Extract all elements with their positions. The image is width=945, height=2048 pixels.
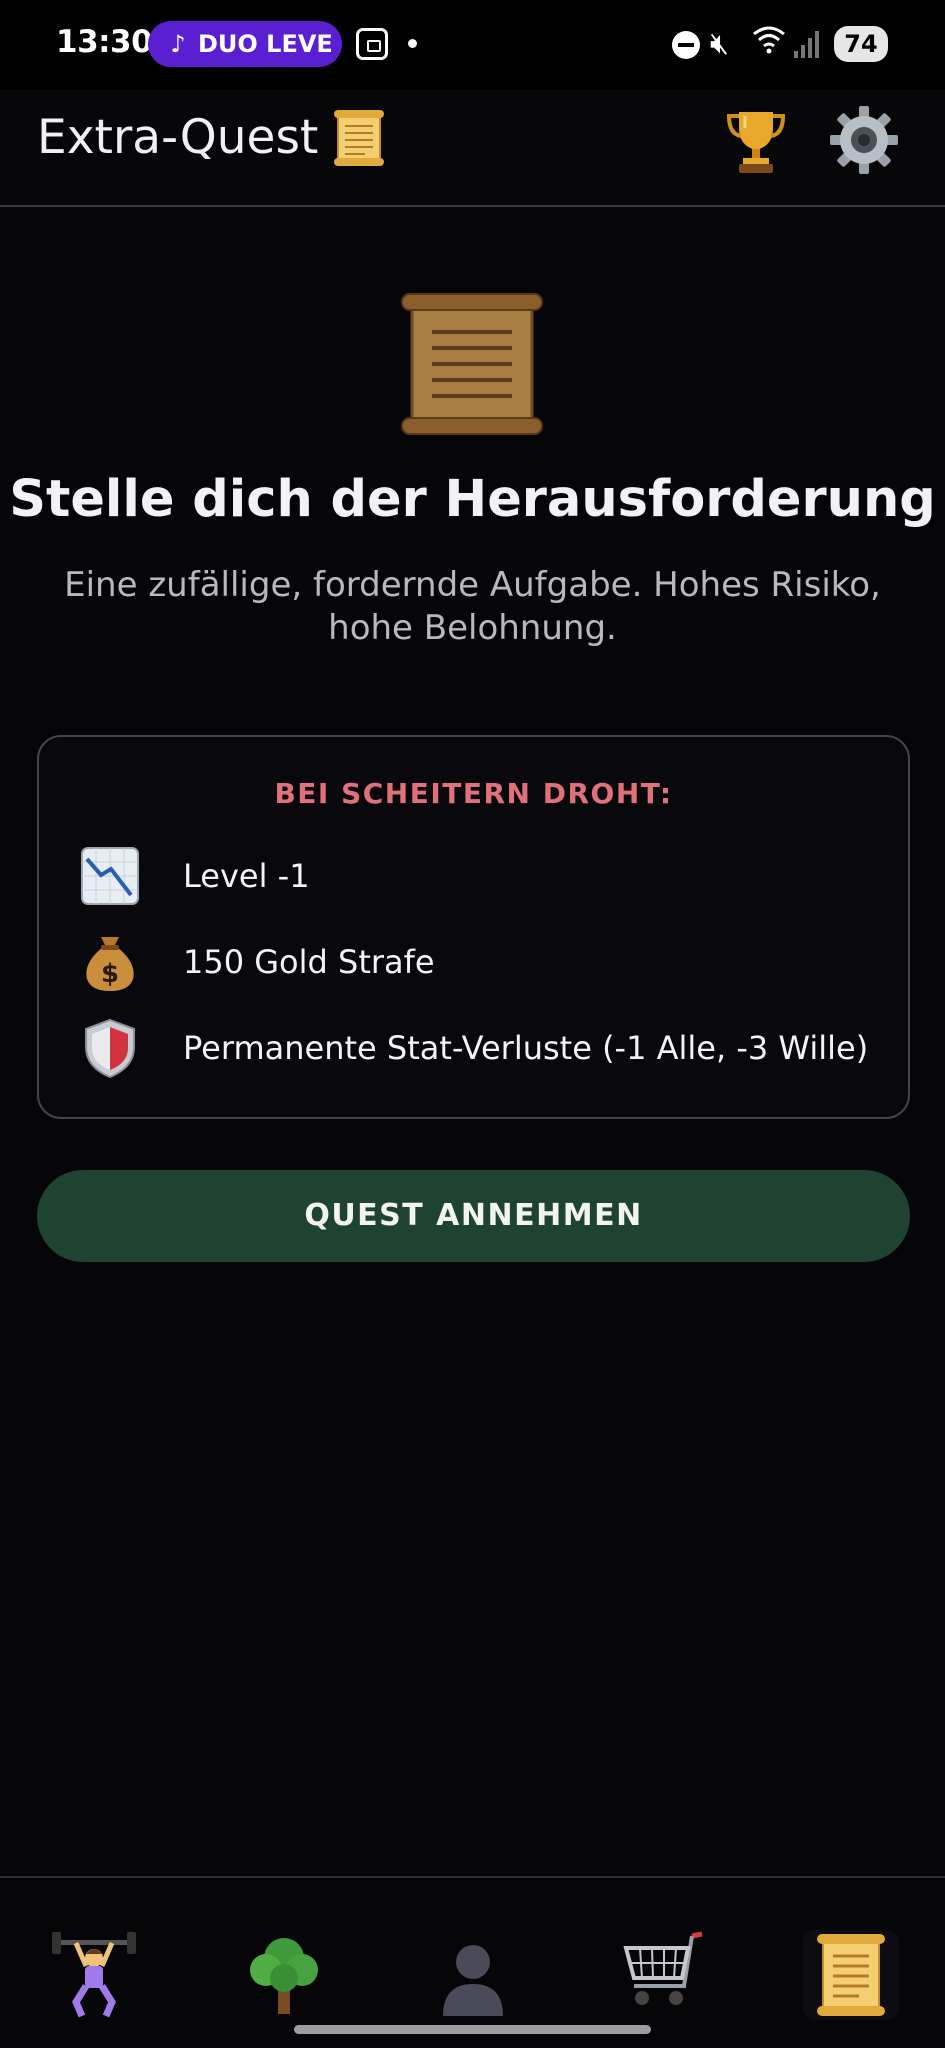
screenshot-icon (356, 28, 388, 60)
signal-icon (794, 30, 820, 58)
shopping-cart-icon (623, 1931, 703, 2005)
risk-item-label: Permanente Stat-Verluste (-1 Alle, -3 Wi… (183, 1029, 869, 1067)
trophy-icon (726, 112, 786, 173)
tree-icon (250, 1938, 318, 2014)
scroll-icon (398, 290, 546, 440)
chart-decreasing-icon (79, 845, 141, 907)
nav-item-tree[interactable] (236, 1930, 332, 2020)
page-title-text: Extra-Quest (37, 109, 319, 165)
settings-button[interactable] (828, 104, 900, 176)
svg-text:$: $ (101, 959, 119, 989)
nav-item-shop[interactable] (614, 1930, 710, 2020)
risk-item: Level -1 (79, 845, 879, 907)
do-not-disturb-icon (672, 31, 700, 59)
shield-icon (79, 1017, 141, 1079)
gear-icon (830, 106, 898, 174)
page-title: Extra-Quest (37, 108, 385, 166)
subline: Eine zufällige, fordernde Aufgabe. Hohes… (64, 565, 881, 648)
bottom-nav (0, 1876, 945, 2048)
scroll-icon (817, 1934, 885, 2016)
app-bar: Extra-Quest (0, 90, 945, 207)
media-pill-label: DUO LEVEL (198, 30, 332, 58)
accept-quest-button[interactable]: QUEST ANNEHMEN (37, 1170, 910, 1262)
nav-item-extra-quest[interactable] (803, 1930, 899, 2020)
risk-item: $ 150 Gold Strafe (79, 931, 879, 993)
media-pill[interactable]: ♪ DUO LEVEL (148, 21, 342, 67)
risk-item-label: Level -1 (183, 857, 310, 895)
risk-item: Permanente Stat-Verluste (-1 Alle, -3 Wi… (79, 1017, 879, 1079)
risk-card-title: BEI SCHEITERN DROHT: (274, 777, 673, 810)
nav-item-profile[interactable] (425, 1930, 521, 2020)
weightlifter-icon (52, 1932, 136, 2018)
music-note-icon: ♪ (170, 30, 186, 58)
scroll-icon (332, 108, 385, 166)
risk-card: BEI SCHEITERN DROHT: Level -1 $ 150 Gold (37, 735, 910, 1119)
battery-indicator: 74 (834, 26, 888, 62)
status-bar: 13:30 ♪ DUO LEVEL 🔇︎ 74 (0, 0, 945, 90)
profile-silhouette-icon (443, 1945, 503, 2016)
wifi-icon (752, 24, 786, 61)
trophy-button[interactable] (725, 106, 787, 176)
headline: Stelle dich der Herausforderung (9, 470, 936, 529)
notification-dot-icon (408, 39, 417, 48)
money-bag-icon: $ (79, 931, 141, 993)
mute-icon: 🔇︎ (710, 26, 729, 61)
home-indicator[interactable] (294, 2025, 651, 2034)
risk-item-label: 150 Gold Strafe (183, 943, 435, 981)
nav-item-training[interactable] (46, 1930, 142, 2020)
status-time: 13:30 (56, 24, 153, 60)
